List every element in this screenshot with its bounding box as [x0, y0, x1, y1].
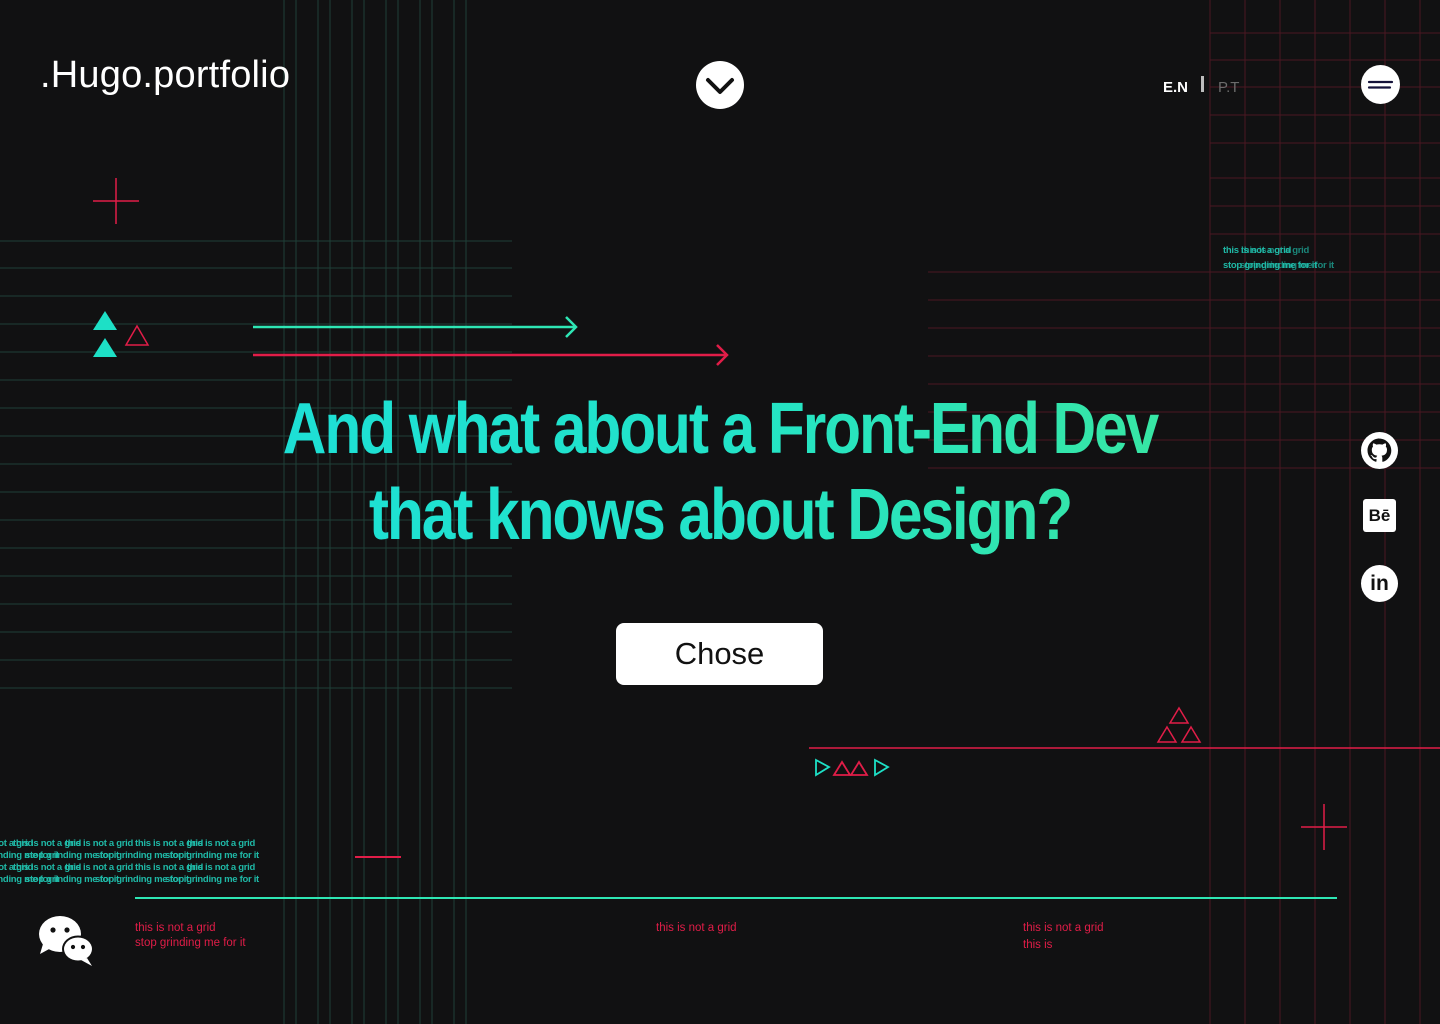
grid-note-text: stop grinding me for it — [165, 850, 259, 861]
chevron-down-icon — [706, 78, 734, 94]
grid-note-text: stop grinding me for it — [135, 937, 246, 949]
triangle-cluster-right — [1156, 706, 1202, 743]
grid-note-text: this is not a grid — [135, 922, 216, 934]
language-option-pt[interactable]: P.T — [1218, 79, 1239, 96]
arrow-red — [253, 344, 729, 366]
grid-note-text: this is not a grid — [187, 862, 255, 873]
grid-note-text: stop grinding me for it — [1240, 260, 1334, 271]
hero-heading-line-2: that knows about Design? — [368, 475, 1072, 555]
scroll-down-button[interactable] — [696, 61, 744, 109]
hero-heading: And what about a Front-End Dev that know… — [266, 386, 1173, 558]
grid-note-text: this is not a grid — [65, 838, 133, 849]
grid-note-bottom-2: this is not a grid — [656, 922, 737, 934]
wechat-chat-icon — [39, 916, 94, 966]
chose-button[interactable]: Chose — [616, 623, 823, 685]
grid-note-text: this is — [1023, 939, 1053, 951]
grid-note-text: stop grinding me for it — [165, 874, 259, 885]
linkedin-icon: in — [1370, 572, 1389, 595]
hero-heading-line-1: And what about a Front-End Dev — [282, 389, 1158, 469]
behance-link[interactable]: Bē — [1363, 499, 1396, 532]
language-separator — [1201, 76, 1204, 92]
language-option-en[interactable]: E.N — [1163, 79, 1188, 96]
behance-icon: Bē — [1368, 506, 1391, 525]
play-triangle-row — [815, 758, 890, 777]
arrow-teal — [253, 316, 578, 338]
grid-note-text: this is not a grid — [1023, 922, 1104, 934]
grid-note-text: this is not a grid — [1241, 245, 1309, 256]
grid-note-bottom-3: this is not a grid this is — [1023, 920, 1104, 954]
grid-note-left-cluster: this is not a grid this is not a grid th… — [0, 838, 295, 888]
grid-note-text: this is not a grid — [187, 838, 255, 849]
plus-mark-top-left — [93, 178, 139, 224]
triangle-cluster-left — [93, 311, 150, 357]
plus-mark-bottom-right — [1301, 804, 1347, 850]
github-link[interactable] — [1361, 432, 1398, 469]
linkedin-link[interactable]: in — [1361, 565, 1398, 602]
github-icon — [1361, 432, 1398, 469]
grid-note-bottom-1: this is not a grid stop grinding me for … — [135, 921, 246, 951]
grid-note-text: this is not a grid — [65, 862, 133, 873]
menu-button[interactable] — [1361, 65, 1400, 104]
site-logo[interactable]: .Hugo.portfolio — [40, 54, 290, 97]
chat-button[interactable] — [37, 914, 95, 968]
hamburger-menu-icon — [1367, 80, 1394, 89]
